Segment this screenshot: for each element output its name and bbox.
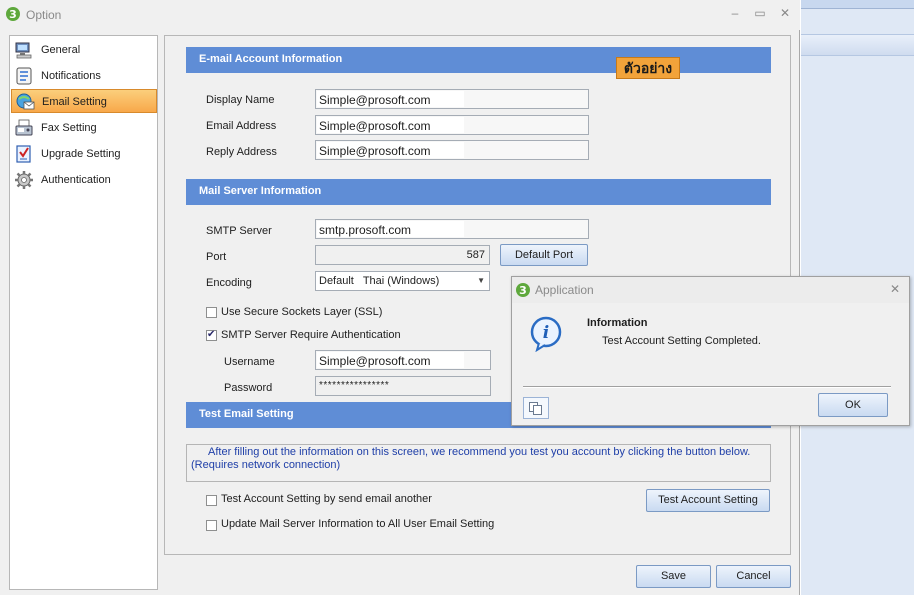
- reply-address-value: Simple@prosoft.com: [317, 142, 464, 158]
- cancel-button[interactable]: Cancel: [716, 565, 791, 588]
- sidebar-item-label: Upgrade Setting: [41, 148, 121, 160]
- dialog-heading: Information: [587, 317, 648, 329]
- send-another-checkbox[interactable]: [206, 495, 217, 506]
- username-label: Username: [224, 356, 275, 368]
- encoding-select[interactable]: Default Thai (Windows) ▼: [315, 271, 490, 291]
- test-info-line1: After filling out the information on thi…: [208, 446, 751, 458]
- reply-address-field[interactable]: Simple@prosoft.com: [315, 140, 589, 160]
- sidebar-item-email-setting[interactable]: Email Setting: [11, 89, 157, 113]
- port-value: 587: [466, 249, 485, 261]
- dialog-close-button[interactable]: ✕: [890, 282, 900, 296]
- smtp-server-value: smtp.prosoft.com: [317, 221, 464, 237]
- smtp-server-field[interactable]: smtp.prosoft.com: [315, 219, 589, 239]
- example-badge: ตัวอย่าง: [616, 57, 680, 79]
- svg-text:3: 3: [519, 284, 527, 297]
- reply-address-label: Reply Address: [206, 146, 277, 158]
- username-field[interactable]: Simple@prosoft.com: [315, 350, 491, 370]
- default-port-button[interactable]: Default Port: [500, 244, 588, 266]
- sidebar-item-label: Authentication: [41, 174, 111, 186]
- background-toolbar-band: [801, 34, 914, 56]
- test-account-setting-button[interactable]: Test Account Setting: [646, 489, 770, 512]
- port-field[interactable]: 587: [315, 245, 490, 265]
- email-account-section-header: E-mail Account Information: [186, 47, 771, 73]
- email-address-value: Simple@prosoft.com: [317, 117, 464, 133]
- encoding-label: Encoding: [206, 277, 252, 289]
- app-logo-icon: 3: [6, 7, 20, 21]
- email-icon: [16, 93, 35, 110]
- update-all-checkbox[interactable]: [206, 520, 217, 531]
- sidebar-item-label: Notifications: [41, 70, 101, 82]
- send-another-label: Test Account Setting by send email anoth…: [221, 493, 432, 505]
- sidebar-item-notifications[interactable]: Notifications: [11, 64, 157, 88]
- svg-text:3: 3: [9, 8, 17, 21]
- display-name-label: Display Name: [206, 94, 275, 106]
- encoding-value: Default Thai (Windows): [319, 275, 440, 287]
- test-info-box: After filling out the information on thi…: [186, 444, 771, 482]
- sidebar-item-label: Fax Setting: [41, 122, 97, 134]
- dialog-title-bar: 3 Application ✕: [512, 277, 909, 303]
- password-label: Password: [224, 382, 273, 394]
- background-title-band: [801, 0, 914, 9]
- username-value: Simple@prosoft.com: [317, 352, 464, 368]
- dialog-message: Test Account Setting Completed.: [602, 335, 761, 347]
- title-bar: 3 Option – ▭ ✕: [0, 0, 800, 30]
- sidebar-item-label: General: [41, 44, 81, 56]
- checklist-icon: [16, 145, 31, 163]
- copy-icon: [529, 402, 542, 415]
- update-all-label: Update Mail Server Information to All Us…: [221, 518, 495, 530]
- ok-button[interactable]: OK: [818, 393, 888, 417]
- sidebar-item-general[interactable]: General: [11, 38, 157, 62]
- notification-icon: [16, 67, 32, 85]
- fax-icon: [15, 119, 33, 136]
- gear-icon: [15, 171, 33, 189]
- sidebar-item-fax-setting[interactable]: Fax Setting: [11, 116, 157, 140]
- app-logo-icon: 3: [516, 283, 530, 297]
- information-dialog: 3 Application ✕ i Information Test Accou…: [511, 276, 910, 426]
- port-label: Port: [206, 251, 227, 263]
- info-icon-glyph: i: [543, 323, 549, 343]
- display-name-value: Simple@prosoft.com: [317, 91, 464, 107]
- test-info-line2: (Requires network connection): [191, 459, 341, 471]
- auth-label: SMTP Server Require Authentication: [221, 329, 401, 341]
- settings-sidebar: General Notifications Email Setting Fax …: [9, 35, 158, 590]
- sidebar-item-upgrade-setting[interactable]: Upgrade Setting: [11, 142, 157, 166]
- dialog-title: Application: [535, 283, 594, 297]
- close-button[interactable]: ✕: [778, 6, 792, 20]
- info-icon: i: [530, 316, 562, 352]
- ssl-label: Use Secure Sockets Layer (SSL): [221, 306, 383, 318]
- chevron-down-icon[interactable]: ▼: [477, 276, 485, 285]
- display-name-field[interactable]: Simple@prosoft.com: [315, 89, 589, 109]
- auth-checkbox[interactable]: [206, 329, 217, 341]
- smtp-server-label: SMTP Server: [206, 225, 272, 237]
- mail-server-section-header: Mail Server Information: [186, 179, 771, 205]
- sidebar-item-label: Email Setting: [42, 96, 107, 108]
- ssl-checkbox[interactable]: [206, 307, 217, 318]
- email-address-field[interactable]: Simple@prosoft.com: [315, 115, 589, 135]
- window-title: Option: [26, 8, 62, 22]
- dialog-divider: [523, 386, 891, 388]
- password-field[interactable]: ****************: [315, 376, 491, 396]
- save-button[interactable]: Save: [636, 565, 711, 588]
- maximize-button[interactable]: ▭: [753, 6, 767, 20]
- computer-icon: [15, 42, 32, 59]
- password-value: ****************: [319, 380, 390, 391]
- email-address-label: Email Address: [206, 120, 277, 132]
- minimize-button[interactable]: –: [728, 6, 742, 20]
- sidebar-item-authentication[interactable]: Authentication: [11, 168, 157, 192]
- copy-button[interactable]: [523, 397, 549, 419]
